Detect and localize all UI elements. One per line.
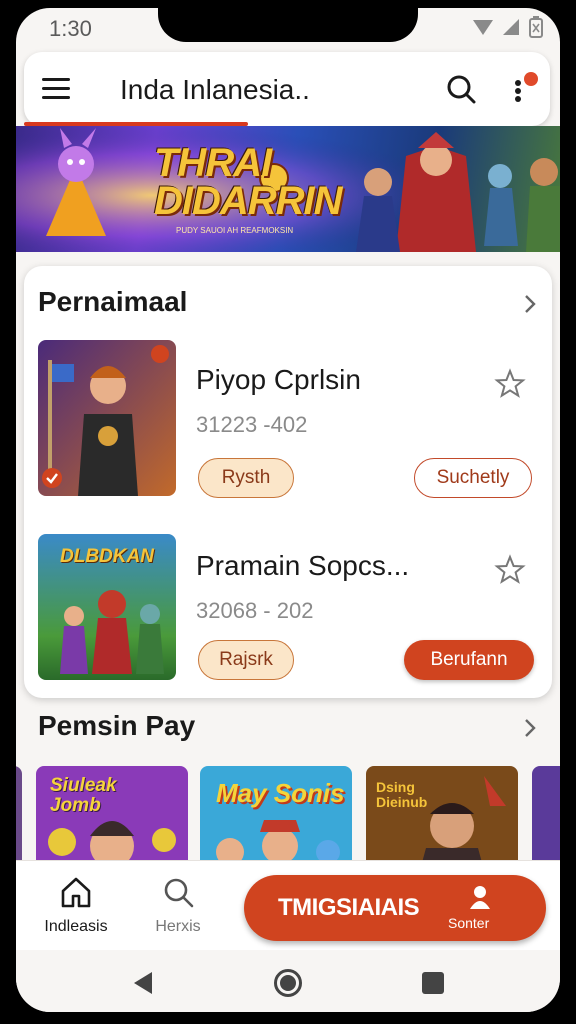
banner-title-line2: DIDARRIN — [154, 179, 343, 223]
item-meta: 31223 -402 — [196, 412, 308, 437]
wifi-icon — [473, 20, 493, 35]
section-title: Pemsin Pay — [38, 710, 196, 741]
chevron-right-icon[interactable] — [522, 294, 538, 314]
star-icon[interactable] — [494, 368, 526, 400]
primary-cta-button[interactable]: TMIGSIAIAIS Sonter — [244, 875, 546, 941]
back-icon[interactable] — [132, 970, 156, 996]
thumbnail-caption: Dsing Dieinub — [376, 779, 428, 810]
item-tag-button[interactable]: Rysth — [198, 458, 294, 498]
cta-sub-label: Sonter — [448, 915, 490, 931]
camera-notch — [158, 8, 418, 42]
user-icon — [470, 886, 490, 909]
signal-icon — [503, 19, 519, 35]
item-name: Piyop Cprlsin — [196, 364, 361, 395]
game-thumbnail[interactable]: Siuleak Jomb — [36, 766, 188, 870]
system-navigation-bar — [16, 950, 560, 1012]
game-thumbnail-art — [38, 340, 176, 496]
menu-icon[interactable] — [42, 78, 70, 100]
promo-banner[interactable]: THRAI DIDARRIN PUDY SAUOI AH REAFMOKSIN — [16, 126, 560, 252]
game-thumbnail[interactable]: May Sonis — [200, 766, 352, 870]
status-icons — [472, 16, 544, 38]
recents-icon[interactable] — [422, 972, 444, 994]
item-action-button[interactable]: Suchetly — [414, 458, 532, 498]
notification-dot-icon — [524, 72, 538, 86]
app-title: Inda Inlanesia.. — [120, 74, 310, 105]
search-icon — [164, 878, 194, 908]
nav-item-home[interactable]: Indleasis — [38, 875, 114, 936]
star-icon[interactable] — [494, 554, 526, 586]
banner-title: THRAI DIDARRIN — [154, 143, 343, 223]
nav-label-home: Indleasis — [44, 918, 108, 935]
game-thumbnail[interactable] — [38, 340, 176, 496]
top-app-bar: Inda Inlanesia.. — [24, 52, 550, 126]
thumbnail-caption: Siuleak Jomb — [50, 775, 117, 816]
nav-label-search: Herxis — [155, 918, 201, 935]
game-thumbnail[interactable] — [532, 766, 560, 870]
item-tag-button[interactable]: Rajsrk — [198, 640, 294, 680]
section-card: Pernaimaal Piyop Cprlsin 31223 -402 Ryst… — [24, 266, 552, 698]
game-thumbnail[interactable]: DLBDKAN — [38, 534, 176, 680]
game-thumbnail[interactable] — [16, 766, 22, 870]
thumbnail-caption: May Sonis — [216, 778, 345, 808]
section-title: Pernaimaal — [38, 286, 188, 317]
horizontal-game-list: Siuleak Jomb May Sonis Dsing Dieinub — [16, 766, 560, 870]
home-circle-icon[interactable] — [273, 968, 303, 998]
battery-icon — [529, 16, 543, 38]
item-action-button[interactable]: Berufann — [404, 640, 534, 680]
bottom-navigation: Indleasis Herxis TMIGSIAIAIS Sonter — [16, 860, 560, 950]
status-bar: 1:30 — [16, 8, 560, 52]
search-icon[interactable] — [446, 74, 476, 104]
chevron-right-icon[interactable] — [522, 718, 538, 738]
phone-screen: 1:30 Inda Inlanesia.. THRAI DIDARRIN PUD… — [16, 8, 560, 1012]
cta-label: TMIGSIAIAIS — [278, 894, 420, 921]
item-name: Pramain Sopcs... — [196, 550, 410, 581]
home-icon — [61, 877, 91, 908]
item-meta: 32068 - 202 — [196, 598, 314, 623]
banner-subtitle: PUDY SAUOI AH REAFMOKSIN — [176, 226, 294, 235]
nav-item-search[interactable]: Herxis — [142, 875, 214, 936]
game-thumbnail[interactable]: Dsing Dieinub — [366, 766, 518, 870]
thumbnail-caption: DLBDKAN — [60, 546, 154, 567]
status-time: 1:30 — [49, 16, 92, 41]
